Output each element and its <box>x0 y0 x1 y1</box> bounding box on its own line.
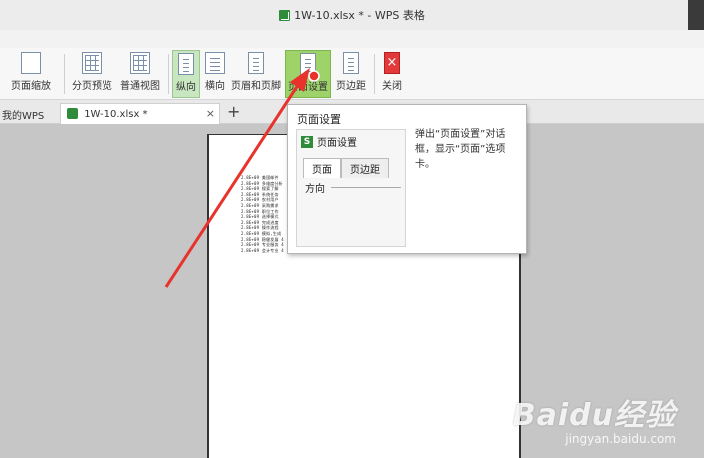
dialog-orientation-label: 方向 <box>305 184 325 195</box>
dialog-tab-margins: 页边距 <box>341 158 389 178</box>
divider <box>374 54 375 94</box>
close-preview-button[interactable]: × 关闭 <box>378 50 406 98</box>
page-break-preview-label: 分页预览 <box>72 81 112 92</box>
ribbon-header <box>0 30 704 48</box>
divider <box>168 54 169 94</box>
title-bar: 1W-10.xlsx * - WPS 表格 <box>0 0 704 30</box>
landscape-button[interactable]: 横向 <box>202 50 228 98</box>
divider <box>331 187 401 188</box>
page-setup-tooltip: 页面设置 S 页面设置 页面 页边距 方向 弹出“页面设置”对话框，显示“页面”… <box>287 104 527 254</box>
ribbon-toolbar: 页面缩放 分页预览 普通视图 纵向 横向 页眉和页脚 页面设置 页边距 × 关闭 <box>0 48 704 100</box>
tab-close-icon[interactable]: × <box>206 107 215 120</box>
tab-my-wps-label: 我的WPS <box>2 111 45 122</box>
dialog-tab-page: 页面 <box>303 158 341 178</box>
close-icon: × <box>384 52 400 74</box>
margins-label: 页边距 <box>336 81 366 92</box>
spreadsheet-file-icon <box>67 108 78 119</box>
window-title-text: 1W-10.xlsx * - WPS 表格 <box>294 9 425 22</box>
tooltip-title: 页面设置 <box>297 113 341 126</box>
tab-file-label: 1W-10.xlsx * <box>84 109 148 120</box>
page-zoom-label: 页面缩放 <box>11 81 51 92</box>
add-tab-icon[interactable]: + <box>227 102 240 121</box>
dialog-preview-title: 页面设置 <box>317 138 357 149</box>
dialog-preview-tabs: 页面 页边距 <box>303 158 389 178</box>
spreadsheet-icon <box>279 9 291 21</box>
landscape-page-icon <box>205 52 225 74</box>
dialog-preview-header: S 页面设置 <box>301 134 357 149</box>
header-footer-button[interactable]: 页眉和页脚 <box>230 50 282 98</box>
window-title: 1W-10.xlsx * - WPS 表格 <box>279 7 425 23</box>
baidu-url: jingyan.baidu.com <box>565 432 676 446</box>
wps-s-icon: S <box>301 135 313 148</box>
normal-view-label: 普通视图 <box>120 81 160 92</box>
page-setup-button[interactable]: 页面设置 <box>285 50 331 98</box>
page-break-preview-button[interactable]: 分页预览 <box>70 50 114 98</box>
baidu-watermark: Baidu经验 jingyan.baidu.com <box>513 390 676 446</box>
portrait-label: 纵向 <box>176 82 196 93</box>
tooltip-dialog-preview: S 页面设置 页面 页边距 方向 <box>296 129 406 247</box>
page-setup-label: 页面设置 <box>288 82 328 93</box>
normal-view-button[interactable]: 普通视图 <box>118 50 162 98</box>
baidu-logo: Baidu经验 <box>512 398 676 433</box>
page-zoom-button[interactable]: 页面缩放 <box>4 50 58 98</box>
tooltip-description: 弹出“页面设置”对话框，显示“页面”选项卡。 <box>415 129 506 170</box>
header-footer-label: 页眉和页脚 <box>231 81 281 92</box>
window-control-button[interactable] <box>688 0 704 30</box>
grid-icon <box>130 52 150 74</box>
portrait-page-icon <box>178 53 194 75</box>
tab-my-wps[interactable]: 我的WPS <box>0 103 50 124</box>
page-break-icon <box>82 52 102 74</box>
close-label: 关闭 <box>382 81 402 92</box>
divider <box>64 54 65 94</box>
zoom-icon <box>21 52 41 74</box>
portrait-button[interactable]: 纵向 <box>172 50 200 98</box>
margins-icon <box>343 52 359 74</box>
margins-button[interactable]: 页边距 <box>334 50 368 98</box>
tab-file[interactable]: 1W-10.xlsx * × <box>60 103 220 124</box>
page-setup-icon <box>300 53 316 75</box>
landscape-label: 横向 <box>205 81 225 92</box>
header-footer-icon <box>248 52 264 74</box>
